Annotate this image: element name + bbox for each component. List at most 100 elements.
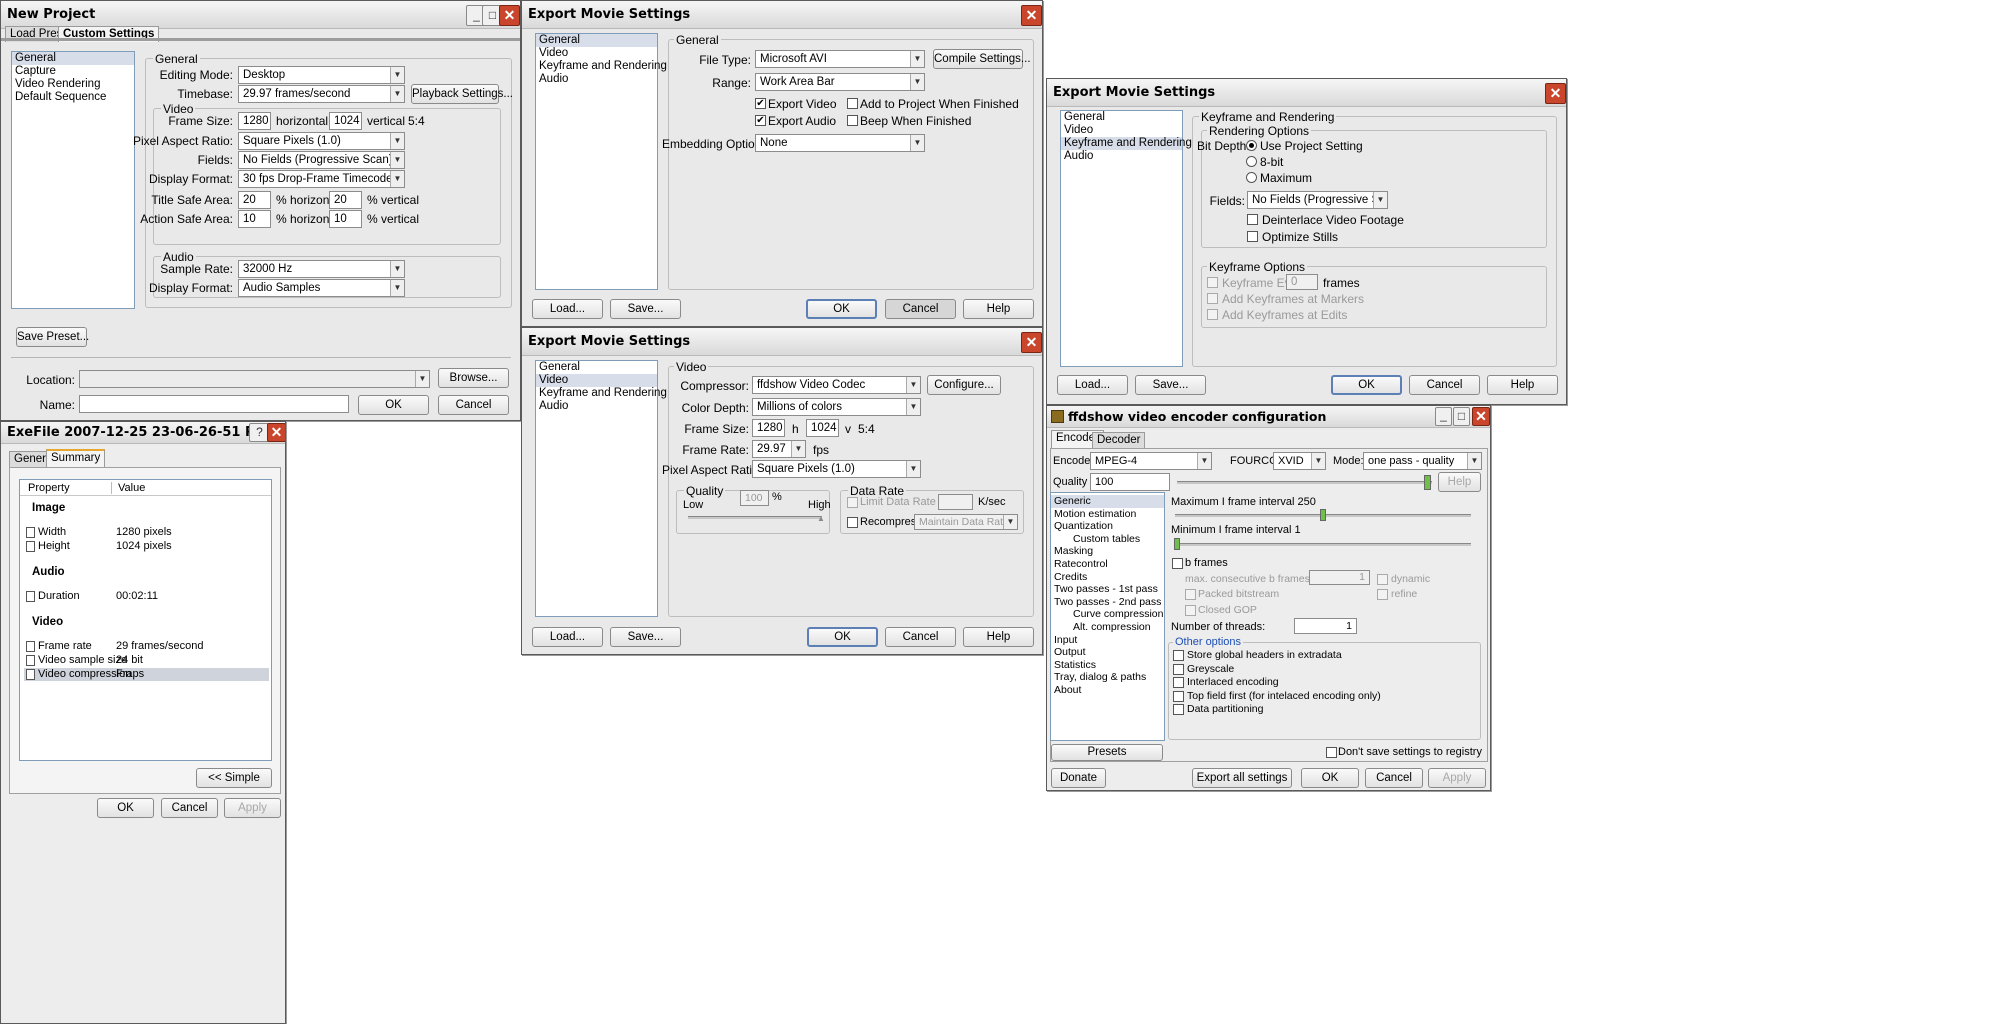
beep-checkbox[interactable] xyxy=(847,115,858,126)
use-project-radio[interactable] xyxy=(1246,140,1257,151)
nav-item-video[interactable]: Video xyxy=(536,374,657,387)
deinterlace-checkbox[interactable] xyxy=(1247,214,1258,225)
cancel-button[interactable]: Cancel xyxy=(1409,375,1480,395)
browse-button[interactable]: Browse... xyxy=(438,368,509,388)
recompress-checkbox[interactable] xyxy=(847,517,858,528)
tab-decoder[interactable]: Decoder xyxy=(1092,432,1146,448)
minimize-icon[interactable]: _ xyxy=(1435,407,1452,426)
recompress-select[interactable]: Maintain Data Rate ▼ xyxy=(914,514,1018,530)
action-safe-v-input[interactable]: 10 xyxy=(329,210,362,228)
pixel-aspect-select[interactable]: Square Pixels (1.0) ▼ xyxy=(752,460,921,478)
ok-button[interactable]: OK xyxy=(807,627,878,647)
nav-item-generic[interactable]: Generic xyxy=(1051,495,1164,508)
option-checkbox[interactable] xyxy=(1173,704,1184,715)
save-button[interactable]: Save... xyxy=(610,299,681,319)
fields-select[interactable]: No Fields (Progressive Scan) ▼ xyxy=(238,151,405,169)
frame-width-input[interactable]: 1280 xyxy=(238,112,271,130)
nav-item-custom-tables[interactable]: Custom tables xyxy=(1051,533,1164,546)
compressor-select[interactable]: ffdshow Video Codec ▼ xyxy=(752,376,921,394)
help-button[interactable]: Help xyxy=(1487,375,1558,395)
pixel-aspect-select[interactable]: Square Pixels (1.0) ▼ xyxy=(238,132,405,150)
frame-rate-select[interactable]: 29.97 ▼ xyxy=(752,440,806,458)
nav-item-input[interactable]: Input xyxy=(1051,634,1164,647)
nav-item-about[interactable]: About xyxy=(1051,684,1164,697)
nav-item-motion-estimation[interactable]: Motion estimation xyxy=(1051,508,1164,521)
nav-item-audio[interactable]: Audio xyxy=(536,400,657,413)
nav-item-default-sequence[interactable]: Default Sequence xyxy=(12,91,134,104)
playback-settings-button[interactable]: Playback Settings... xyxy=(411,84,513,104)
audio-display-select[interactable]: Audio Samples ▼ xyxy=(238,279,405,297)
quality-slider[interactable] xyxy=(1177,481,1432,484)
help-button[interactable]: Help xyxy=(1438,472,1481,492)
timebase-select[interactable]: 29.97 frames/second ▼ xyxy=(238,85,405,103)
table-row[interactable]: Video compression Fraps xyxy=(24,668,269,681)
option-checkbox[interactable] xyxy=(1173,650,1184,661)
cancel-button[interactable]: Cancel xyxy=(161,798,218,818)
load-button[interactable]: Load... xyxy=(532,299,603,319)
save-button[interactable]: Save... xyxy=(610,627,681,647)
option-checkbox[interactable] xyxy=(1173,690,1184,702)
closed-gop-checkbox[interactable] xyxy=(1185,605,1196,616)
ok-button[interactable]: OK xyxy=(1301,768,1359,788)
quality-slider-thumb[interactable]: ▲ xyxy=(817,514,825,523)
data-rate-input[interactable] xyxy=(938,494,973,510)
tab-summary[interactable]: Summary xyxy=(46,449,106,467)
packed-bitstream-checkbox[interactable] xyxy=(1185,589,1196,600)
embedding-select[interactable]: None ▼ xyxy=(755,134,925,152)
nav-item-capture[interactable]: Capture xyxy=(12,65,134,78)
editing-mode-select[interactable]: Desktop ▼ xyxy=(238,66,405,84)
maximum-radio[interactable] xyxy=(1246,172,1257,183)
nav-item-output[interactable]: Output xyxy=(1051,646,1164,659)
ok-button[interactable]: OK xyxy=(358,395,429,415)
nav-item-general[interactable]: General xyxy=(1061,111,1182,124)
keyframe-every-checkbox[interactable] xyxy=(1207,277,1218,288)
nav-item-curve-compression[interactable]: Curve compression xyxy=(1051,608,1164,621)
table-row[interactable]: Height 1024 pixels xyxy=(24,540,269,553)
table-row[interactable]: Width 1280 pixels xyxy=(24,526,269,539)
table-row[interactable]: Frame rate 29 frames/second xyxy=(24,640,269,653)
display-format-select[interactable]: 30 fps Drop-Frame Timecode ▼ xyxy=(238,170,405,188)
nav-item-keyframe[interactable]: Keyframe and Rendering xyxy=(1061,137,1192,150)
ok-button[interactable]: OK xyxy=(1331,375,1402,395)
limit-data-rate-checkbox[interactable] xyxy=(847,497,858,508)
nav-item-tray-dialog-paths[interactable]: Tray, dialog & paths xyxy=(1051,671,1164,684)
close-icon[interactable]: ✕ xyxy=(1021,5,1042,26)
option-checkbox[interactable] xyxy=(1173,663,1184,675)
load-button[interactable]: Load... xyxy=(1057,375,1128,395)
apply-button[interactable]: Apply xyxy=(224,798,281,818)
option-checkbox[interactable] xyxy=(1173,677,1184,688)
nav-item-video-rendering[interactable]: Video Rendering xyxy=(12,78,134,91)
sample-rate-select[interactable]: 32000 Hz ▼ xyxy=(238,260,405,278)
mode-select[interactable]: one pass - quality ▼ xyxy=(1363,452,1482,470)
help-button[interactable]: Help xyxy=(963,627,1034,647)
close-icon[interactable]: ✕ xyxy=(1021,332,1042,353)
max-i-frame-thumb[interactable] xyxy=(1320,509,1326,521)
name-input[interactable] xyxy=(79,395,349,413)
nav-item-audio[interactable]: Audio xyxy=(1061,150,1182,163)
nav-item-keyframe[interactable]: Keyframe and Rendering xyxy=(536,387,667,400)
dont-save-checkbox[interactable] xyxy=(1326,747,1337,758)
nav-item-keyframe[interactable]: Keyframe and Rendering xyxy=(536,60,667,73)
compile-settings-button[interactable]: Compile Settings... xyxy=(933,49,1031,69)
frame-height-input[interactable]: 1024 xyxy=(806,419,839,437)
ok-button[interactable]: OK xyxy=(806,299,877,319)
fields-select[interactable]: No Fields (Progressive Scan) ▼ xyxy=(1247,191,1388,209)
cancel-button[interactable]: Cancel xyxy=(885,627,956,647)
nav-item-two-passes-2nd-pass[interactable]: Two passes - 2nd pass xyxy=(1051,596,1164,609)
nav-item-masking[interactable]: Masking xyxy=(1051,545,1164,558)
threads-input[interactable]: 1 xyxy=(1294,618,1357,634)
presets-button[interactable]: Presets xyxy=(1051,744,1163,761)
close-icon[interactable]: ✕ xyxy=(267,423,285,442)
donate-button[interactable]: Donate xyxy=(1051,768,1106,788)
table-row[interactable]: Video sample size 24 bit xyxy=(24,654,269,667)
column-header-value[interactable]: Value xyxy=(118,482,145,494)
close-icon[interactable]: ✕ xyxy=(499,5,520,26)
save-button[interactable]: Save... xyxy=(1135,375,1206,395)
bit8-radio[interactable] xyxy=(1246,156,1257,167)
b-frames-checkbox[interactable] xyxy=(1172,558,1183,569)
cancel-button[interactable]: Cancel xyxy=(1365,768,1423,788)
cancel-button[interactable]: Cancel xyxy=(438,395,509,415)
column-header-property[interactable]: Property xyxy=(28,482,70,494)
nav-item-video[interactable]: Video xyxy=(1061,124,1182,137)
save-preset-button[interactable]: Save Preset... xyxy=(16,327,89,347)
